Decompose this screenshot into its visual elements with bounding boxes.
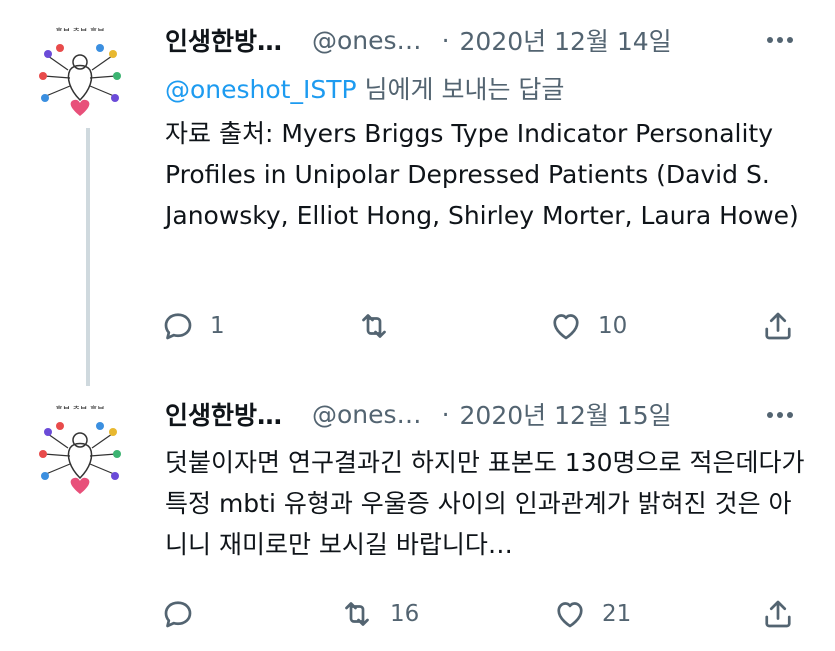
tweet-header: 인생한방… @ones… · 2020년 12월 14일 <box>165 18 672 62</box>
author-name[interactable]: 인생한방… <box>165 22 282 58</box>
tweet-text: 자료 출처: Myers Briggs Type Indicator Perso… <box>165 119 799 230</box>
heart-icon <box>557 602 583 628</box>
avatar[interactable]: ᄒᄇ ᄎᄇ ᄒᄇ <box>30 20 130 120</box>
tweet-header: 인생한방… @ones… · 2020년 12월 15일 <box>165 392 672 436</box>
tweet-1[interactable]: ᄒᄇ ᄎᄇ ᄒᄇ 인생한방… @ones… · 2020년 12월 14일 @o… <box>0 0 835 390</box>
heart-icon <box>553 314 579 340</box>
svg-text:ᄒᄇ ᄎᄇ ᄒᄇ: ᄒᄇ ᄎᄇ ᄒᄇ <box>55 405 104 414</box>
svg-text:ᄒᄇ ᄎᄇ ᄒᄇ: ᄒᄇ ᄎᄇ ᄒᄇ <box>55 27 104 36</box>
author-handle[interactable]: @ones… <box>312 26 422 55</box>
reply-button[interactable] <box>160 596 210 632</box>
share-button[interactable] <box>760 596 796 632</box>
reply-icon <box>164 313 192 340</box>
more-icon[interactable] <box>760 25 800 55</box>
share-icon <box>765 600 791 628</box>
thread-line <box>86 128 90 386</box>
retweet-icon <box>345 602 369 626</box>
like-count: 10 <box>598 313 628 339</box>
avatar[interactable]: ᄒᄇ ᄎᄇ ᄒᄇ <box>30 398 130 498</box>
retweet-icon <box>362 314 386 338</box>
separator-dot: · <box>441 399 450 429</box>
tweet-text: 덧붙이자면 연구결과긴 하지만 표본도 130명으로 적은데다가 특정 mbti… <box>165 448 805 559</box>
share-button[interactable] <box>760 308 796 344</box>
tweet-2[interactable]: ᄒᄇ ᄎᄇ ᄒᄇ 인생한방… @ones… · 2020년 12월 15일 덧붙… <box>0 390 835 651</box>
replying-to: @oneshot_ISTP 님에게 보내는 답글 <box>165 70 564 106</box>
reply-icon <box>164 601 192 628</box>
author-handle[interactable]: @ones… <box>312 400 422 429</box>
separator-dot: · <box>441 25 450 55</box>
tweet-date[interactable]: 2020년 12월 14일 <box>460 22 672 58</box>
reply-mention-link[interactable]: @oneshot_ISTP <box>165 75 357 104</box>
more-icon[interactable] <box>760 400 800 430</box>
tweet-actions: 1 10 <box>160 308 810 348</box>
tweet-actions: 16 21 <box>160 596 810 636</box>
like-count: 21 <box>602 601 632 627</box>
retweet-button[interactable]: 16 <box>338 596 419 632</box>
retweet-count: 16 <box>390 601 420 627</box>
tweet-date[interactable]: 2020년 12월 15일 <box>460 396 672 432</box>
like-button[interactable]: 10 <box>548 308 627 344</box>
like-button[interactable]: 21 <box>552 596 631 632</box>
retweet-button[interactable] <box>355 308 407 344</box>
reply-count: 1 <box>210 313 225 339</box>
reply-button[interactable]: 1 <box>160 308 225 344</box>
share-icon <box>765 312 791 340</box>
author-name[interactable]: 인생한방… <box>165 396 282 432</box>
replying-label: 님에게 보내는 답글 <box>356 75 565 104</box>
